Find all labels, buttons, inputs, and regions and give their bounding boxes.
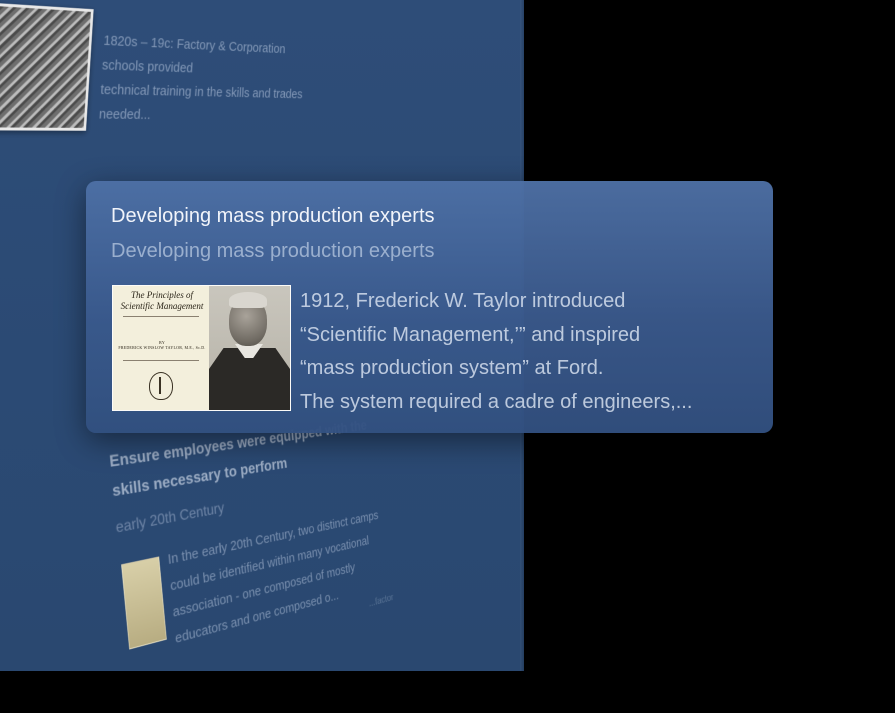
book-title-line: The Principles of [117, 290, 207, 301]
card-body-line: “Scientific Management,’” and inspired [300, 319, 766, 353]
card-factory-schools-text: 1820s – 19c: Factory & Corporation schoo… [98, 29, 329, 128]
book-title: The Principles of Scientific Management [117, 290, 207, 312]
focused-card-mass-production[interactable]: Developing mass production experts Devel… [86, 181, 773, 433]
book-author-name: FREDERICK WINSLOW TAYLOR, M.E., Sc.D. [117, 345, 207, 350]
book-emblem-icon [149, 372, 173, 400]
card-subtitle: early 20th Century [115, 500, 225, 537]
taylor-portrait [209, 286, 290, 410]
card-subtitle: Developing mass production experts [111, 240, 435, 263]
card-image: The Principles of Scientific Management … [112, 285, 291, 411]
card-text-line: needed... [98, 102, 325, 128]
card-body: 1912, Frederick W. Taylor introduced “Sc… [300, 285, 766, 419]
card-body-line: The system required a cadre of engineers… [300, 386, 766, 420]
book-cover: The Principles of Scientific Management … [113, 286, 209, 410]
card-body-line: 1912, Frederick W. Taylor introduced [300, 285, 766, 319]
card-body: In the early 20th Century, two distinct … [167, 501, 401, 652]
book-title-line: Scientific Management [117, 301, 207, 312]
card-body-line: “mass production system” at Ford. [300, 352, 766, 386]
book-author: BY FREDERICK WINSLOW TAYLOR, M.E., Sc.D. [117, 340, 207, 350]
book-rule [123, 316, 199, 317]
card-factory-schools[interactable]: 1820s – 19c: Factory & Corporation schoo… [0, 0, 406, 201]
portrait-hair [229, 292, 267, 308]
book-rule [123, 360, 199, 361]
factory-photo-thumbnail [0, 3, 94, 131]
book-thumbnail [121, 556, 167, 649]
card-title: Developing mass production experts [111, 205, 435, 228]
